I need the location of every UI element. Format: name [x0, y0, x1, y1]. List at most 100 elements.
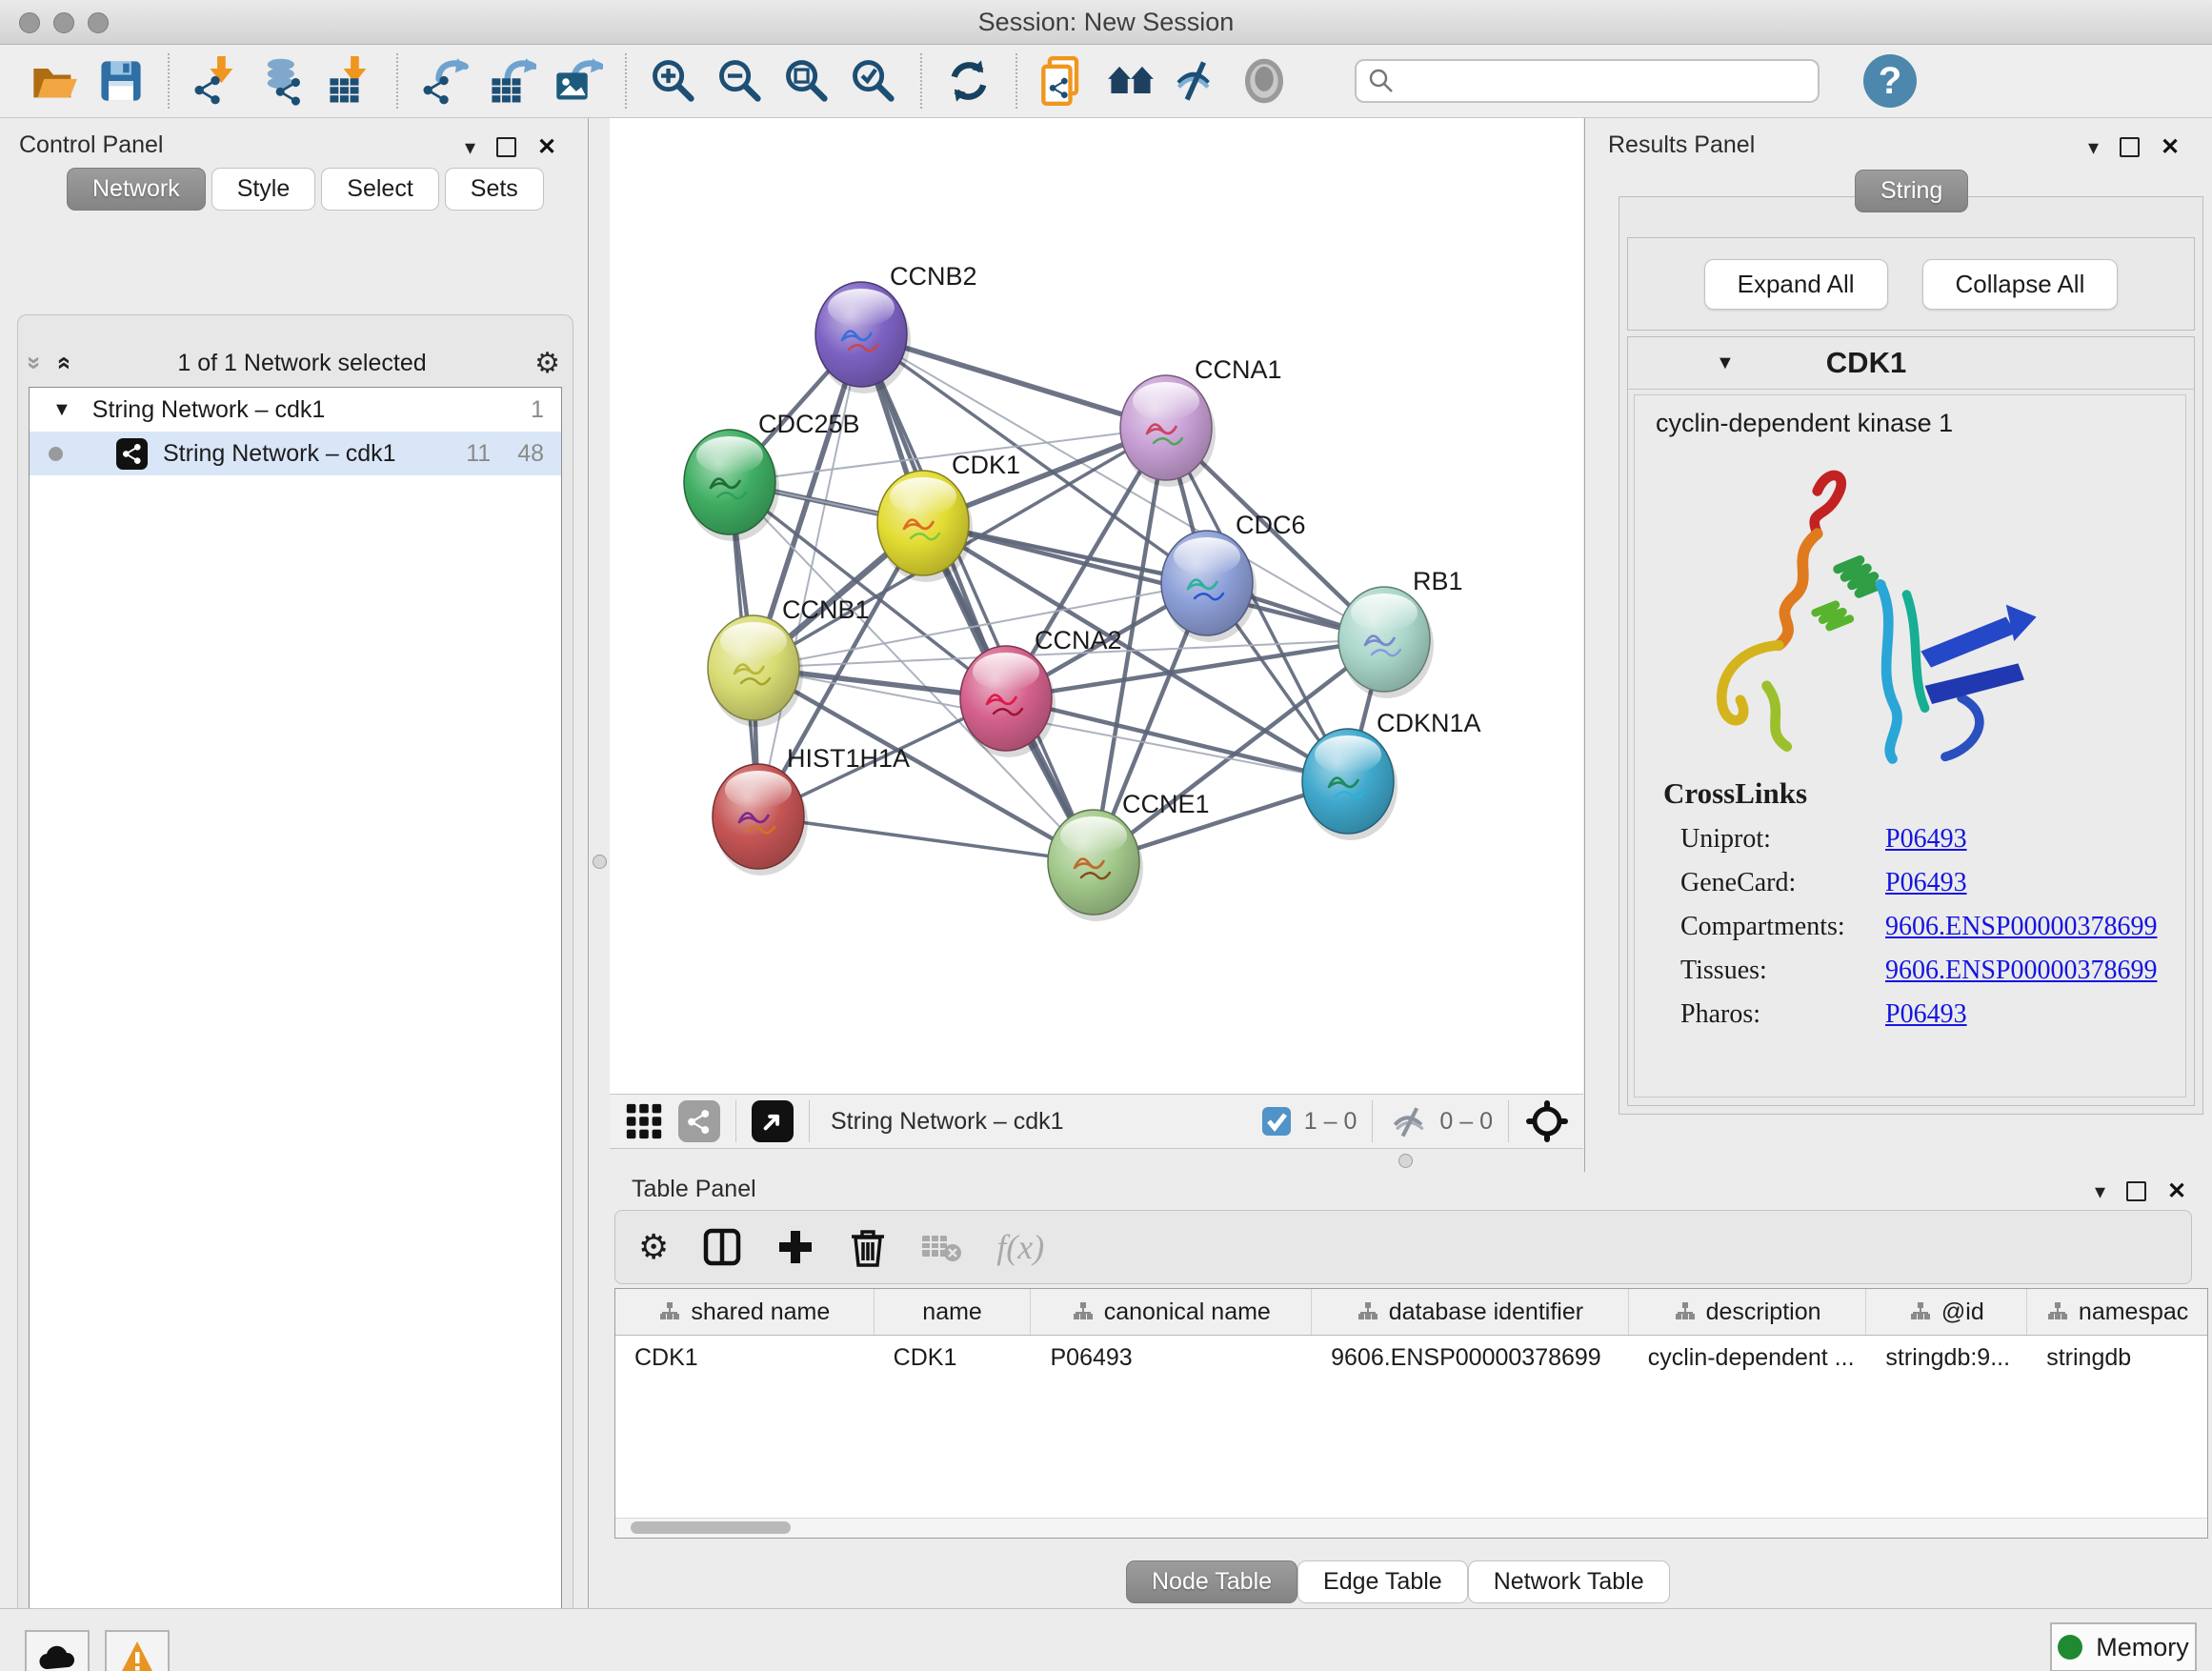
zoom-in-icon[interactable]: [649, 56, 698, 106]
left-splitter-handle[interactable]: [593, 855, 607, 869]
network-collection-row[interactable]: ▼ String Network – cdk1 1: [30, 388, 561, 432]
window-title: Session: New Session: [0, 8, 2212, 37]
column-header[interactable]: name: [875, 1289, 1032, 1335]
tab-network-table[interactable]: Network Table: [1468, 1560, 1670, 1603]
network-edge[interactable]: [923, 523, 1384, 639]
protein-structure-image: [1663, 453, 2073, 767]
collection-expand-icon[interactable]: ▼: [52, 399, 71, 421]
export-image-icon[interactable]: [553, 56, 603, 106]
zoom-out-icon[interactable]: [715, 56, 765, 106]
network-edge[interactable]: [758, 816, 1094, 862]
table-settings-gear-icon[interactable]: ⚙: [638, 1227, 669, 1267]
expand-all-networks-icon[interactable]: »: [50, 356, 75, 370]
network-node-CCNB2[interactable]: CCNB2: [815, 262, 977, 393]
network-view-type-icon[interactable]: [678, 1100, 720, 1142]
network-node-CDC25B[interactable]: CDC25B: [684, 410, 860, 541]
network-edge[interactable]: [861, 334, 1094, 862]
import-table-icon[interactable]: [325, 56, 374, 106]
expand-all-button[interactable]: Expand All: [1704, 259, 1888, 310]
tab-edge-table[interactable]: Edge Table: [1297, 1560, 1468, 1603]
tab-sets[interactable]: Sets: [445, 168, 544, 211]
node-label: CDC6: [1236, 511, 1306, 539]
collapse-all-button[interactable]: Collapse All: [1922, 259, 2119, 310]
node-label: CDC25B: [758, 410, 860, 438]
show-graphics-details-icon[interactable]: [1239, 56, 1289, 106]
export-network-icon[interactable]: [420, 56, 470, 106]
crosslink-label: Uniprot:: [1663, 824, 1885, 855]
network-row[interactable]: String Network – cdk1 11 48: [30, 432, 561, 475]
table-horizontal-scrollbar[interactable]: [615, 1518, 2207, 1538]
node-label: RB1: [1413, 567, 1463, 595]
table-panel-close-icon[interactable]: ✕: [2167, 1178, 2186, 1205]
network-node-CDK1[interactable]: CDK1: [877, 451, 1020, 582]
crosslink-genecard-link[interactable]: P06493: [1885, 868, 1967, 898]
home-icon[interactable]: [1106, 56, 1156, 106]
node-table[interactable]: shared name name canonical name database…: [614, 1288, 2208, 1539]
tab-network[interactable]: Network: [67, 168, 206, 211]
crosslink-uniprot-link[interactable]: P06493: [1885, 824, 1967, 855]
clone-network-icon[interactable]: [1039, 56, 1089, 106]
cloud-status-button[interactable]: [25, 1630, 90, 1671]
network-node-CDKN1A[interactable]: CDKN1A: [1302, 709, 1481, 840]
table-panel-float-icon[interactable]: [2126, 1181, 2146, 1201]
fit-selected-crosshair-icon[interactable]: [1524, 1098, 1570, 1144]
network-node-HIST1H1A[interactable]: HIST1H1A: [713, 744, 910, 876]
table-panel-menu-icon[interactable]: ▾: [2095, 1179, 2105, 1204]
import-network-file-icon[interactable]: [191, 56, 241, 106]
column-header[interactable]: namespac: [2027, 1289, 2207, 1335]
crosslink-tissues-link[interactable]: 9606.ENSP00000378699: [1885, 956, 2157, 986]
show-columns-icon[interactable]: [701, 1226, 743, 1268]
tab-select[interactable]: Select: [321, 168, 438, 211]
column-header[interactable]: database identifier: [1312, 1289, 1629, 1335]
column-header[interactable]: @id: [1866, 1289, 2027, 1335]
save-session-icon[interactable]: [96, 56, 146, 106]
column-header[interactable]: canonical name: [1031, 1289, 1312, 1335]
network-node-count: 11: [466, 440, 491, 468]
open-session-icon[interactable]: [30, 56, 79, 106]
tab-style[interactable]: Style: [211, 168, 316, 211]
tab-node-table[interactable]: Node Table: [1126, 1560, 1297, 1603]
import-network-database-icon[interactable]: [258, 56, 308, 106]
delete-column-icon[interactable]: [848, 1226, 888, 1268]
table-row[interactable]: CDK1 CDK1 P06493 9606.ENSP00000378699 cy…: [615, 1336, 2207, 1379]
network-status-dot-icon: [49, 447, 63, 461]
warning-status-button[interactable]: [105, 1630, 170, 1671]
zoom-selected-icon[interactable]: [849, 56, 898, 106]
control-panel-float-icon[interactable]: [496, 137, 516, 157]
crosslink-label: Pharos:: [1663, 999, 1885, 1030]
help-button[interactable]: ?: [1863, 54, 1917, 108]
column-header[interactable]: shared name: [615, 1289, 875, 1335]
hidden-eye-icon[interactable]: [1388, 1103, 1430, 1139]
toolbar-separator: [168, 53, 170, 109]
results-panel-menu-icon[interactable]: ▾: [2088, 135, 2099, 160]
network-node-CCNA1[interactable]: CCNA1: [1120, 355, 1282, 487]
network-node-RB1[interactable]: RB1: [1338, 567, 1463, 698]
tab-string[interactable]: String: [1855, 170, 1968, 212]
refresh-icon[interactable]: [944, 56, 994, 106]
results-panel-float-icon[interactable]: [2120, 137, 2140, 157]
search-input[interactable]: [1355, 59, 1820, 103]
scrollbar-thumb[interactable]: [631, 1521, 791, 1534]
control-panel-menu-icon[interactable]: ▾: [465, 135, 475, 160]
network-view-canvas[interactable]: CCNB2CCNA1CDC25BCDK1CDC6RB1CCNB1CCNA2CDK…: [610, 118, 1583, 1094]
grid-view-icon[interactable]: [623, 1100, 665, 1142]
zoom-fit-icon[interactable]: [782, 56, 832, 106]
network-node-CDC6[interactable]: CDC6: [1161, 511, 1306, 642]
column-header[interactable]: description: [1629, 1289, 1867, 1335]
control-panel-close-icon[interactable]: ✕: [537, 133, 556, 161]
export-table-icon[interactable]: [487, 56, 536, 106]
crosslink-compartments-link[interactable]: 9606.ENSP00000378699: [1885, 912, 2157, 942]
network-options-gear-icon[interactable]: ⚙: [534, 347, 560, 380]
memory-button[interactable]: Memory: [2050, 1622, 2197, 1671]
birds-eye-view-icon[interactable]: [752, 1100, 794, 1142]
add-column-icon[interactable]: [775, 1227, 815, 1267]
gene-collapse-icon[interactable]: ▼: [1716, 352, 1735, 374]
results-panel-close-icon[interactable]: ✕: [2161, 133, 2180, 161]
hide-unhide-icon[interactable]: [1173, 56, 1222, 106]
warning-icon: [119, 1640, 155, 1671]
selected-checkbox-icon[interactable]: [1260, 1105, 1293, 1137]
control-panel-title: Control Panel: [19, 131, 163, 159]
collapse-all-networks-icon[interactable]: »: [23, 356, 48, 370]
crosslink-pharos-link[interactable]: P06493: [1885, 999, 1967, 1030]
bottom-splitter-handle[interactable]: [1398, 1154, 1413, 1168]
